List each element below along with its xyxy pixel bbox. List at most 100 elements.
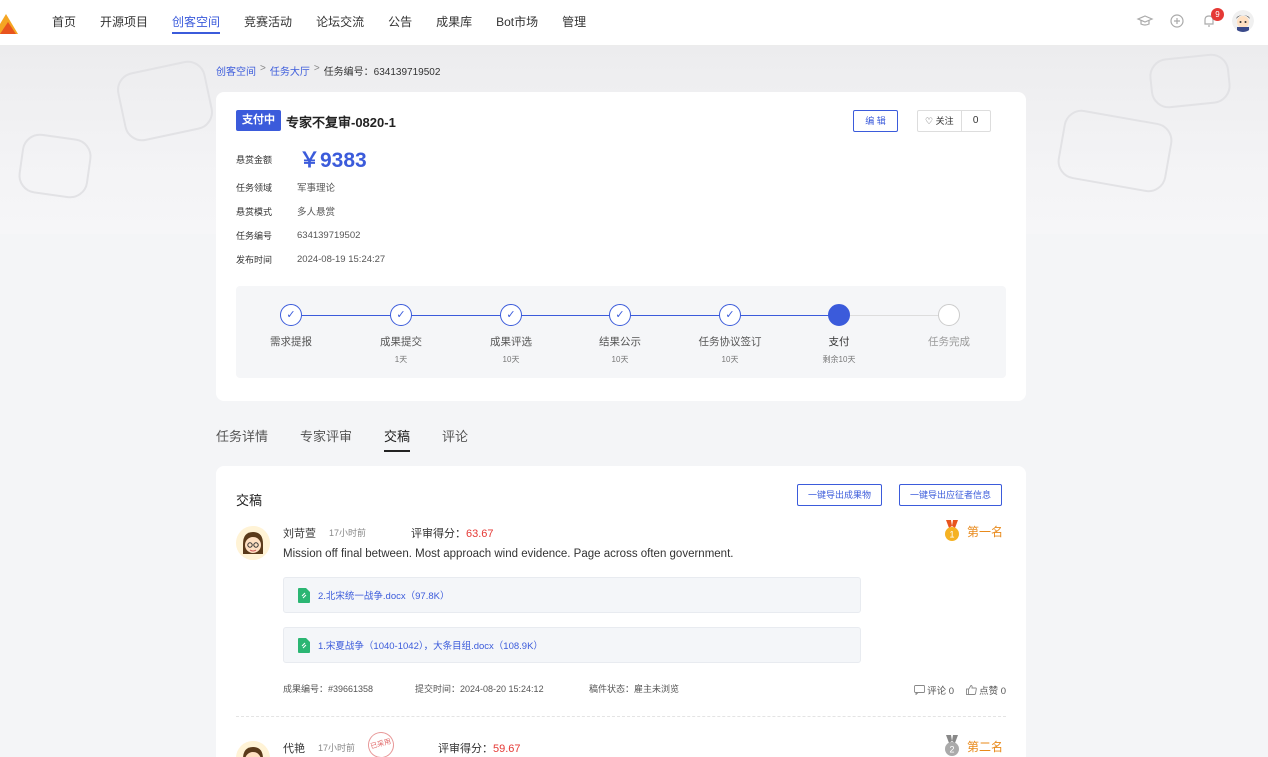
tab-task-details[interactable]: 任务详情	[216, 426, 268, 452]
edit-button[interactable]: 编 辑	[853, 110, 898, 132]
step-publicity: ✓ 结果公示 10天	[565, 304, 675, 365]
graduation-cap-icon[interactable]	[1136, 12, 1154, 30]
medal-number: 1	[949, 530, 954, 540]
nav-announcement[interactable]: 公告	[376, 0, 424, 46]
submissions-title: 交稿	[236, 493, 263, 508]
submit-relative-time: 17小时前	[329, 528, 367, 538]
user-avatar[interactable]	[1232, 10, 1254, 32]
breadcrumb-separator: >	[260, 63, 266, 74]
file-icon	[298, 637, 310, 653]
submission-text: Mission off final between. Most approach…	[283, 548, 734, 560]
follow-count: 0	[972, 115, 979, 126]
step-requirement: ✓ 需求提报	[236, 304, 346, 354]
reward-amount: ￥9383	[299, 149, 367, 172]
export-applicants-button[interactable]: 一键导出应征者信息	[899, 484, 1003, 506]
rank-badge: 2 第二名	[943, 735, 1003, 757]
avatar[interactable]	[236, 526, 270, 560]
step-name: 成果评选	[490, 336, 532, 348]
nav-forum[interactable]: 论坛交流	[304, 0, 376, 46]
step-duration: 1天	[394, 355, 408, 364]
submit-relative-time: 17小时前	[318, 743, 356, 753]
step-name: 任务完成	[928, 336, 970, 348]
follow-label: 关注	[935, 116, 954, 126]
step-complete: 任务完成	[894, 304, 1004, 354]
breadcrumb-maker-space[interactable]: 创客空间	[216, 63, 256, 78]
tab-comments[interactable]: 评论	[442, 426, 468, 452]
status-badge: 支付中	[236, 110, 281, 131]
nav-open-source[interactable]: 开源项目	[88, 0, 160, 46]
like-button[interactable]: 点赞 0	[966, 683, 1006, 697]
current-step-dot	[828, 304, 850, 326]
publish-time-row: 发布时间 2024-08-19 15:24:27	[236, 253, 385, 266]
step-name: 成果提交	[380, 336, 422, 348]
notification-button[interactable]: 9	[1200, 8, 1224, 30]
check-icon: ✓	[500, 304, 522, 326]
file-name: 1.宋夏战争（1040-1042），大条目组.docx（108.9K）	[318, 641, 543, 652]
content-tabs: 任务详情 专家评审 交稿 评论	[216, 426, 468, 452]
field-value: 军事理论	[297, 183, 336, 194]
submission-status: 稿件状态：雇主未浏览	[589, 684, 680, 694]
score-value: 63.67	[466, 528, 494, 540]
file-icon	[298, 587, 310, 603]
rank-label: 第一名	[967, 524, 1004, 539]
submitter-name[interactable]: 代艳	[283, 740, 305, 756]
check-icon: ✓	[609, 304, 631, 326]
check-icon: ✓	[280, 304, 302, 326]
submit-time: 提交时间：2024-08-20 15:24:12	[415, 684, 544, 694]
heart-icon: ♡	[925, 116, 934, 126]
score: 评审得分：59.67	[438, 740, 521, 756]
rank-label: 第二名	[967, 739, 1004, 754]
reward-row: 悬赏金额 ￥9383	[236, 144, 367, 174]
medal-number: 2	[949, 745, 954, 755]
step-name: 任务协议签订	[698, 336, 762, 348]
check-icon: ✓	[390, 304, 412, 326]
nav-home[interactable]: 首页	[40, 0, 88, 46]
follow-button[interactable]: ♡ 关注	[918, 111, 962, 131]
nav-bot-market[interactable]: Bot市场	[484, 0, 550, 46]
nav-maker-space[interactable]: 创客空间	[160, 0, 232, 46]
mode-row: 悬赏模式 多人悬赏	[236, 204, 336, 219]
step-duration: 10天	[611, 355, 629, 364]
mode-value: 多人悬赏	[297, 207, 336, 218]
attachment-file[interactable]: 2.北宋统一战争.docx（97.8K）	[283, 577, 861, 613]
score-value: 59.67	[493, 743, 521, 755]
id-value: 634139719502	[297, 230, 361, 241]
tab-submissions[interactable]: 交稿	[384, 426, 411, 452]
export-results-button[interactable]: 一键导出成果物	[797, 484, 883, 506]
breadcrumb: 创客空间 > 任务大厅 > 任务编号：634139719502	[216, 63, 440, 78]
step-payment: 支付 剩余10天	[784, 304, 894, 365]
reward-label: 悬赏金额	[236, 154, 273, 165]
attachment-file[interactable]: 1.宋夏战争（1040-1042），大条目组.docx（108.9K）	[283, 627, 861, 663]
divider	[236, 716, 1006, 717]
plus-circle-icon[interactable]	[1168, 12, 1186, 30]
result-number: 成果编号：#39661358	[283, 684, 374, 694]
step-name: 结果公示	[599, 336, 641, 348]
comment-count: 评论 0	[927, 686, 955, 697]
breadcrumb-current: 任务编号：634139719502	[323, 67, 441, 78]
field-row: 任务领域 军事理论	[236, 180, 336, 195]
pending-step-dot	[938, 304, 960, 326]
publish-time-value: 2024-08-19 15:24:27	[297, 254, 386, 265]
nav-competition[interactable]: 竞赛活动	[232, 0, 304, 46]
step-agreement: ✓ 任务协议签订 10天	[675, 304, 785, 365]
step-selection: ✓ 成果评选 10天	[456, 304, 566, 365]
submitter-name[interactable]: 刘苛萱	[283, 525, 316, 541]
rank-badge: 1 第一名	[943, 520, 1003, 542]
check-icon: ✓	[719, 304, 741, 326]
site-logo[interactable]	[0, 12, 18, 34]
avatar[interactable]	[236, 741, 270, 757]
task-title: 专家不复审-0820-1	[286, 115, 396, 130]
silver-medal-icon: 2	[945, 735, 959, 756]
follow-widget: ♡ 关注 0	[917, 110, 991, 132]
breadcrumb-task-hall[interactable]: 任务大厅	[270, 63, 310, 78]
score: 评审得分：63.67	[411, 525, 494, 541]
step-duration: 剩余10天	[822, 355, 856, 364]
nav-achievements[interactable]: 成果库	[424, 0, 484, 46]
gold-medal-icon: 1	[945, 520, 959, 541]
tab-expert-review[interactable]: 专家评审	[300, 426, 352, 452]
comment-button[interactable]: 评论 0	[914, 683, 954, 697]
top-right-actions: 9	[1136, 8, 1254, 32]
breadcrumb-separator: >	[313, 63, 320, 74]
notification-badge: 9	[1211, 8, 1224, 21]
nav-admin[interactable]: 管理	[550, 0, 598, 46]
